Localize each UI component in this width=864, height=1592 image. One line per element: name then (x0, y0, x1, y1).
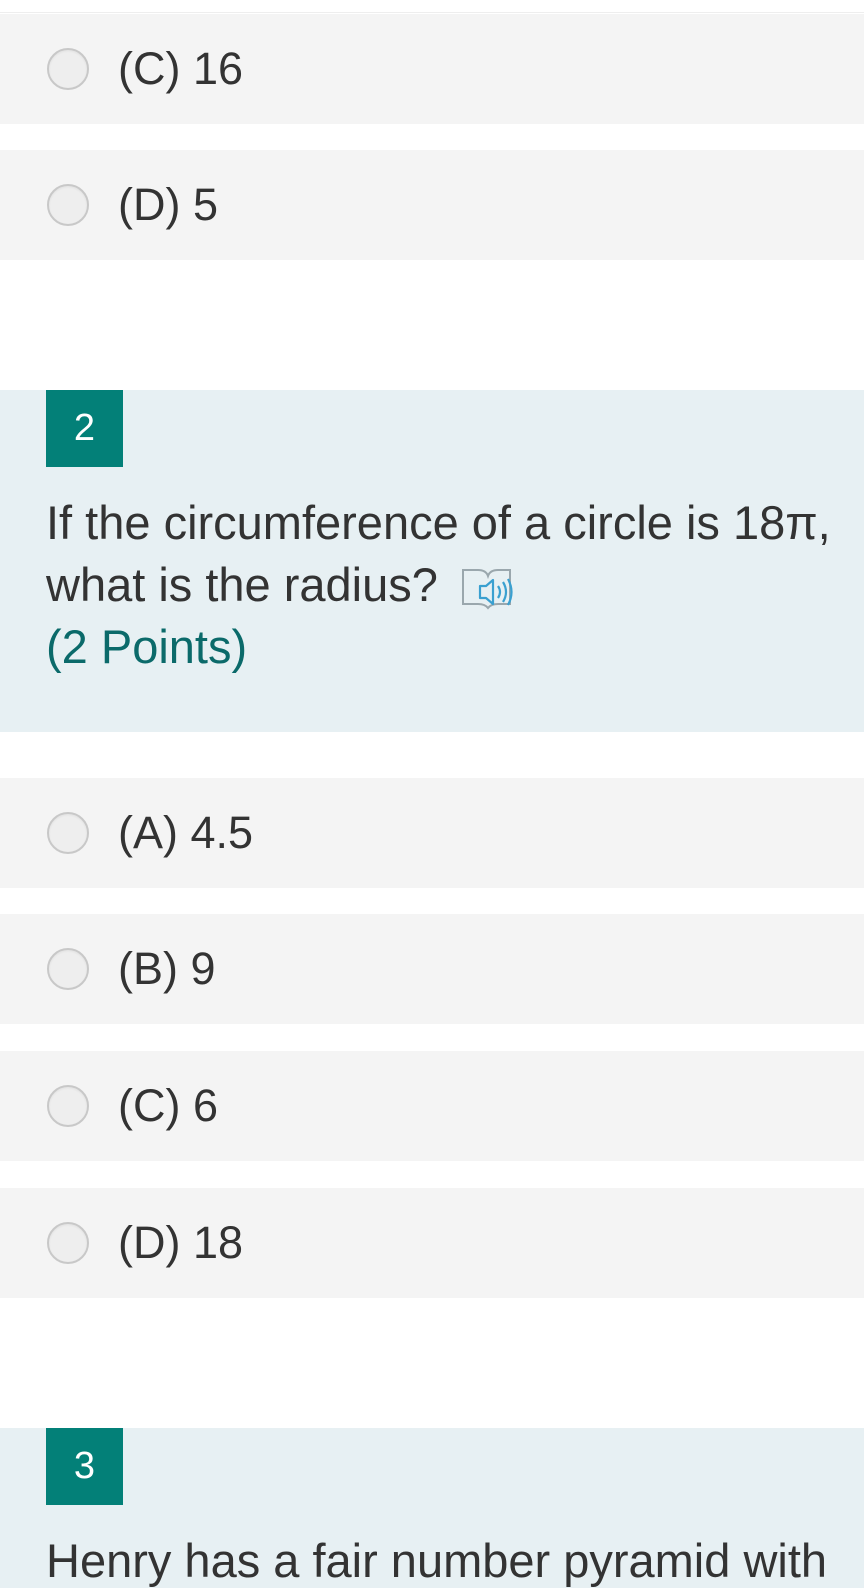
q2-option-a[interactable]: (A) 4.5 (0, 778, 864, 888)
option-label: (A) 4.5 (118, 807, 254, 858)
radio-button[interactable] (47, 812, 89, 854)
question-text-line2: what is the radius? (46, 554, 516, 616)
q1-option-d[interactable]: (D) 5 (0, 150, 864, 260)
radio-button[interactable] (47, 48, 89, 90)
question-points: (2 Points) (46, 620, 248, 673)
option-label: (C) 16 (118, 43, 244, 94)
question-number-badge: 3 (46, 1428, 123, 1505)
speaker-icon[interactable] (460, 564, 516, 614)
q2-option-c[interactable]: (C) 6 (0, 1051, 864, 1161)
option-label: (C) 6 (118, 1080, 218, 1131)
option-label: (D) 5 (118, 179, 218, 230)
radio-button[interactable] (47, 948, 89, 990)
q1-option-c[interactable]: (C) 16 (0, 14, 864, 124)
question-text-line1: Henry has a fair number pyramid with (46, 1534, 828, 1587)
radio-button[interactable] (47, 1085, 89, 1127)
radio-button[interactable] (47, 1222, 89, 1264)
question-number-badge: 2 (46, 390, 123, 467)
option-label: (B) 9 (118, 943, 216, 994)
divider (0, 12, 864, 13)
question-2-card: 2 If the circumference of a circle is 18… (0, 390, 864, 732)
question-3-card: 3 Henry has a fair number pyramid with (0, 1428, 864, 1588)
q2-option-b[interactable]: (B) 9 (0, 914, 864, 1024)
radio-button[interactable] (47, 184, 89, 226)
option-label: (D) 18 (118, 1217, 244, 1268)
q2-option-d[interactable]: (D) 18 (0, 1188, 864, 1298)
question-text-line1: If the circumference of a circle is 18π, (46, 496, 831, 549)
